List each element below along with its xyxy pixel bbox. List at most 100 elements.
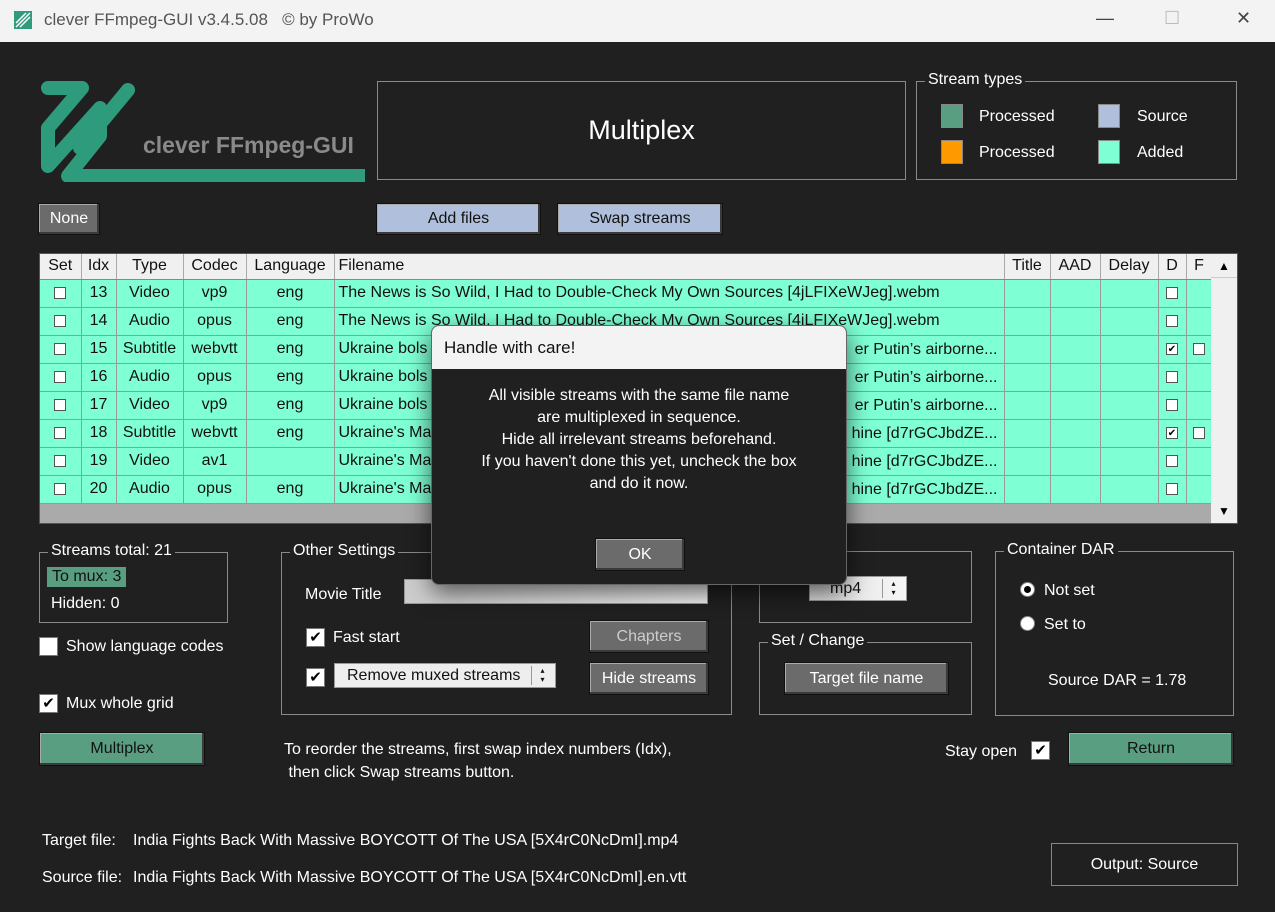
forced-checkbox[interactable] (1193, 426, 1205, 439)
f-cell[interactable] (1186, 391, 1213, 420)
default-checkbox[interactable] (1166, 482, 1178, 495)
language-cell[interactable]: eng (246, 475, 335, 504)
set-checkbox[interactable] (54, 398, 67, 411)
title-cell[interactable] (1004, 335, 1051, 364)
none-button[interactable]: None (38, 203, 100, 235)
delay-cell[interactable] (1100, 335, 1159, 364)
title-cell[interactable] (1004, 419, 1051, 448)
set-cell[interactable] (40, 363, 82, 392)
title-cell[interactable] (1004, 307, 1051, 336)
idx-cell[interactable]: 14 (81, 307, 117, 336)
f-cell[interactable] (1186, 363, 1213, 392)
title-cell[interactable] (1004, 475, 1051, 504)
default-checkbox[interactable] (1166, 454, 1178, 467)
default-checkbox[interactable]: ✔ (1166, 342, 1178, 355)
f-cell[interactable] (1186, 307, 1213, 336)
delay-cell[interactable] (1100, 419, 1159, 448)
set-checkbox[interactable] (54, 286, 67, 299)
set-cell[interactable] (40, 475, 82, 504)
maximize-button[interactable]: ☐ (1164, 8, 1180, 29)
forced-checkbox[interactable] (1193, 342, 1205, 355)
default-checkbox[interactable] (1166, 286, 1178, 299)
f-cell[interactable] (1186, 335, 1213, 364)
delay-cell[interactable] (1100, 447, 1159, 476)
set-cell[interactable] (40, 307, 82, 336)
remove-option-spinner[interactable]: Remove muxed streams ▴ ▾ (334, 663, 556, 688)
d-cell[interactable] (1158, 363, 1187, 392)
grid-scrollbar[interactable]: ▲ ▼ (1211, 254, 1237, 523)
default-checkbox[interactable] (1166, 398, 1178, 411)
set-checkbox[interactable] (54, 314, 67, 327)
column-header[interactable]: Idx (81, 254, 117, 280)
idx-cell[interactable]: 19 (81, 447, 117, 476)
column-header[interactable]: Delay (1100, 254, 1159, 280)
delay-cell[interactable] (1100, 363, 1159, 392)
set-checkbox[interactable] (54, 426, 67, 439)
default-checkbox[interactable] (1166, 370, 1178, 383)
chapters-button[interactable]: Chapters (589, 620, 709, 653)
d-cell[interactable] (1158, 307, 1187, 336)
column-header[interactable]: AAD (1050, 254, 1101, 280)
idx-cell[interactable]: 18 (81, 419, 117, 448)
scroll-down-icon[interactable]: ▼ (1211, 499, 1237, 523)
column-header[interactable]: Codec (183, 254, 247, 280)
column-header[interactable]: Type (116, 254, 184, 280)
not-set-radio[interactable] (1020, 582, 1035, 597)
spinner-arrows-icon[interactable]: ▴ ▾ (882, 579, 904, 598)
table-row[interactable]: 13 Video vp9 eng The News is So Wild, I … (40, 279, 1213, 308)
d-cell[interactable]: ✔ (1158, 335, 1187, 364)
d-cell[interactable] (1158, 279, 1187, 308)
stay-open-checkbox[interactable]: ✔ (1031, 741, 1050, 760)
scroll-up-icon[interactable]: ▲ (1211, 254, 1237, 278)
column-header[interactable]: F (1186, 254, 1213, 280)
default-checkbox[interactable]: ✔ (1166, 426, 1178, 439)
language-cell[interactable]: eng (246, 419, 335, 448)
aad-cell[interactable] (1050, 391, 1101, 420)
delay-cell[interactable] (1100, 475, 1159, 504)
aad-cell[interactable] (1050, 447, 1101, 476)
delay-cell[interactable] (1100, 391, 1159, 420)
d-cell[interactable] (1158, 391, 1187, 420)
remove-streams-checkbox[interactable]: ✔ (306, 668, 325, 687)
idx-cell[interactable]: 15 (81, 335, 117, 364)
title-cell[interactable] (1004, 447, 1051, 476)
language-cell[interactable]: eng (246, 307, 335, 336)
f-cell[interactable] (1186, 419, 1213, 448)
idx-cell[interactable]: 16 (81, 363, 117, 392)
f-cell[interactable] (1186, 475, 1213, 504)
set-checkbox[interactable] (54, 370, 67, 383)
minimize-button[interactable]: — (1096, 8, 1114, 29)
set-checkbox[interactable] (54, 454, 67, 467)
aad-cell[interactable] (1050, 363, 1101, 392)
swap-streams-button[interactable]: Swap streams (557, 203, 723, 235)
set-cell[interactable] (40, 391, 82, 420)
column-header[interactable]: Title (1004, 254, 1051, 280)
aad-cell[interactable] (1050, 307, 1101, 336)
add-files-button[interactable]: Add files (376, 203, 541, 235)
set-checkbox[interactable] (54, 342, 67, 355)
default-checkbox[interactable] (1166, 314, 1178, 327)
language-cell[interactable]: eng (246, 279, 335, 308)
set-cell[interactable] (40, 419, 82, 448)
target-file-name-button[interactable]: Target file name (784, 662, 949, 695)
output-source-button[interactable]: Output: Source (1051, 843, 1238, 886)
column-header[interactable]: Language (246, 254, 335, 280)
language-cell[interactable]: eng (246, 335, 335, 364)
idx-cell[interactable]: 20 (81, 475, 117, 504)
d-cell[interactable] (1158, 475, 1187, 504)
column-header[interactable]: D (1158, 254, 1187, 280)
column-header[interactable]: Filename (334, 254, 1005, 280)
column-header[interactable]: Set (40, 254, 82, 280)
spinner-arrows-icon[interactable]: ▴ ▾ (531, 666, 553, 685)
f-cell[interactable] (1186, 279, 1213, 308)
mux-whole-grid-checkbox[interactable]: ✔ (39, 694, 58, 713)
set-cell[interactable] (40, 279, 82, 308)
f-cell[interactable] (1186, 447, 1213, 476)
title-cell[interactable] (1004, 279, 1051, 308)
idx-cell[interactable]: 13 (81, 279, 117, 308)
language-cell[interactable] (246, 447, 335, 476)
fast-start-checkbox[interactable]: ✔ (306, 628, 325, 647)
ok-button[interactable]: OK (595, 538, 685, 571)
set-cell[interactable] (40, 335, 82, 364)
aad-cell[interactable] (1050, 279, 1101, 308)
